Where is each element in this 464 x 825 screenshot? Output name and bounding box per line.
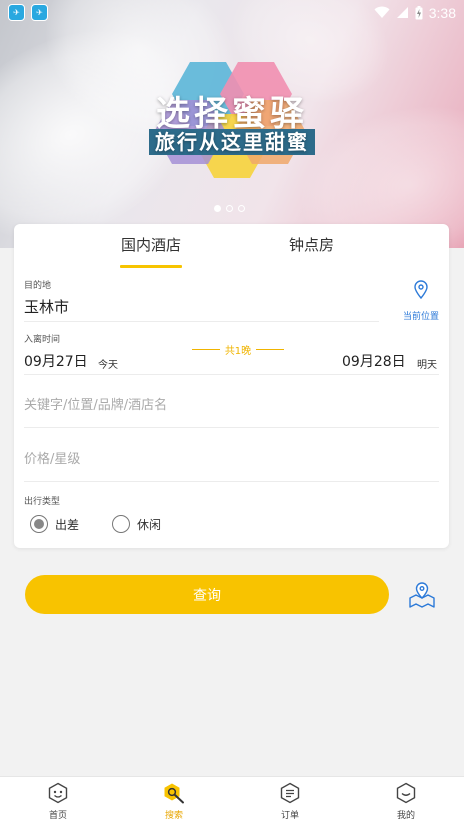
nav-label: 订单 bbox=[280, 811, 299, 821]
checkout-day-tag: 明天 bbox=[417, 360, 437, 371]
nav-item-orders[interactable]: 订单 bbox=[232, 777, 348, 825]
wifi-icon bbox=[374, 6, 390, 18]
search-icon bbox=[164, 783, 184, 804]
trip-type-leisure-radio[interactable]: 休闲 bbox=[112, 515, 161, 533]
active-tab-indicator bbox=[120, 265, 182, 268]
current-location-label: 当前位置 bbox=[402, 312, 439, 322]
battery-icon bbox=[415, 5, 423, 19]
divider bbox=[24, 374, 439, 375]
checkin-date[interactable]: 09月27日 bbox=[24, 351, 88, 371]
carousel-dot[interactable] bbox=[226, 205, 233, 212]
bottom-navigation: 首页 搜索 订单 我的 bbox=[0, 776, 464, 825]
notification-app-icon: ✈ bbox=[8, 4, 25, 21]
map-pin-icon bbox=[409, 582, 435, 608]
query-button[interactable]: 查询 bbox=[25, 575, 389, 614]
notification-app-icon: ✈ bbox=[31, 4, 48, 21]
nav-item-home[interactable]: 首页 bbox=[0, 777, 116, 825]
carousel-dot[interactable] bbox=[214, 205, 221, 212]
nav-label: 首页 bbox=[48, 811, 67, 821]
nav-label: 我的 bbox=[396, 811, 415, 821]
location-pin-icon bbox=[414, 280, 428, 299]
trip-type-leisure-label: 休闲 bbox=[137, 517, 162, 532]
checkin-day-tag: 今天 bbox=[98, 360, 118, 371]
dates-label: 入离时间 bbox=[24, 335, 61, 345]
clock: 3:38 bbox=[428, 4, 456, 21]
current-location-button[interactable]: 当前位置 bbox=[401, 280, 441, 322]
destination-field[interactable]: 玉林市 bbox=[24, 296, 69, 317]
nav-item-search[interactable]: 搜索 bbox=[116, 777, 232, 825]
profile-icon bbox=[396, 782, 416, 804]
trip-type-business-radio[interactable]: 出差 bbox=[30, 515, 79, 533]
divider bbox=[24, 481, 439, 482]
trip-type-business-label: 出差 bbox=[55, 517, 80, 532]
checkout-date[interactable]: 09月28日 bbox=[342, 351, 406, 371]
carousel-dots bbox=[214, 205, 245, 212]
divider bbox=[24, 321, 379, 322]
divider bbox=[24, 427, 439, 428]
home-face-icon bbox=[48, 782, 68, 804]
nav-item-profile[interactable]: 我的 bbox=[348, 777, 464, 825]
trip-type-label: 出行类型 bbox=[24, 497, 61, 507]
tab-domestic-hotel[interactable]: 国内酒店 bbox=[121, 234, 181, 255]
radio-checked-icon bbox=[30, 515, 48, 533]
map-search-button[interactable] bbox=[407, 580, 437, 610]
price-star-input[interactable]: 价格/星级 bbox=[24, 448, 80, 467]
order-icon bbox=[280, 782, 300, 804]
hotel-search-card: 国内酒店 钟点房 目的地 玉林市 当前位置 入离时间 09月27日 今天 共1晚… bbox=[14, 224, 449, 548]
signal-icon bbox=[396, 7, 408, 18]
nights-count: 共1晚 bbox=[192, 342, 284, 357]
status-bar: ✈ ✈ 3:38 bbox=[0, 0, 464, 25]
keyword-input[interactable]: 关键字/位置/品牌/酒店名 bbox=[24, 394, 167, 413]
nav-label: 搜索 bbox=[164, 811, 183, 821]
carousel-dot[interactable] bbox=[238, 205, 245, 212]
banner-subtitle: 旅行从这里甜蜜 bbox=[0, 126, 464, 155]
radio-unchecked-icon bbox=[112, 515, 130, 533]
destination-label: 目的地 bbox=[24, 281, 52, 291]
tab-hourly-room[interactable]: 钟点房 bbox=[289, 234, 334, 255]
hero-banner[interactable]: 选择蜜驿 旅行从这里甜蜜 bbox=[0, 0, 464, 248]
